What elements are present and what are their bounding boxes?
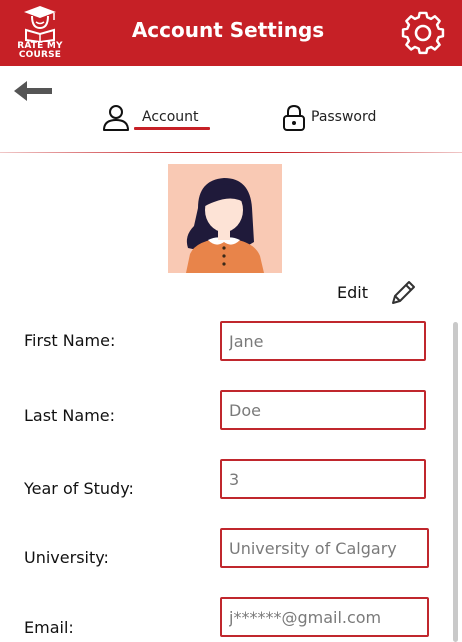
graduate-logo-icon <box>24 6 56 42</box>
last-name-label: Last Name: <box>24 406 116 425</box>
email-field[interactable] <box>220 597 429 637</box>
lock-icon <box>283 104 305 131</box>
first-name-field[interactable] <box>220 321 426 361</box>
page-title: Account Settings <box>131 18 325 42</box>
profile-avatar <box>168 164 282 273</box>
avatar-woman-icon <box>168 164 282 273</box>
email-label: Email: <box>24 618 74 637</box>
header-divider <box>0 152 462 153</box>
tab-password[interactable]: Password <box>282 104 402 134</box>
app-header: RATE MY COURSE Account Settings <box>0 0 462 66</box>
logo-text-line2: COURSE <box>18 50 62 60</box>
first-name-label: First Name: <box>24 331 116 350</box>
university-label: University: <box>24 548 109 567</box>
tab-account-label: Account <box>142 109 199 125</box>
last-name-field[interactable] <box>220 390 426 430</box>
gear-icon[interactable] <box>400 10 446 56</box>
university-field[interactable] <box>220 528 429 568</box>
arrow-left-icon[interactable] <box>14 80 54 102</box>
year-of-study-field[interactable] <box>220 459 426 499</box>
year-of-study-label: Year of Study: <box>24 479 134 498</box>
tab-password-label: Password <box>311 109 377 125</box>
app-logo[interactable]: RATE MY COURSE <box>12 2 68 64</box>
edit-profile-link[interactable]: Edit <box>337 283 368 302</box>
scrollbar[interactable] <box>453 322 458 642</box>
active-tab-indicator <box>134 127 210 130</box>
pencil-icon[interactable] <box>388 278 418 308</box>
user-icon <box>103 105 129 131</box>
